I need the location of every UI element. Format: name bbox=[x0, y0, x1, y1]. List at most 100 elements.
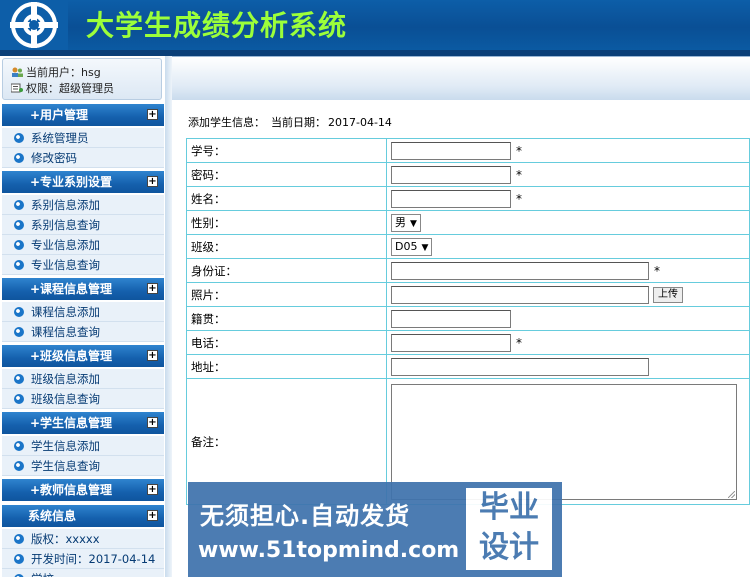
nav-item-label: 专业信息添加 bbox=[31, 238, 100, 252]
main-top-bar bbox=[172, 56, 750, 100]
field-cell bbox=[386, 306, 750, 331]
nav-section-user-management[interactable]: +用户管理 + bbox=[2, 104, 164, 126]
student-no-input[interactable] bbox=[391, 141, 511, 160]
date-value: 2017-04-14 bbox=[328, 116, 392, 129]
nav-item-student-query[interactable]: 学生信息查询 bbox=[2, 456, 164, 476]
field-label-student-no: 学号： bbox=[186, 138, 387, 163]
bullet-icon bbox=[14, 394, 24, 404]
watermark-text: 无须担心.自动发货 bbox=[200, 502, 411, 530]
class-value: D05 bbox=[395, 239, 418, 253]
form-row: 学号： * bbox=[186, 138, 750, 163]
nav-item-course-add[interactable]: 课程信息添加 bbox=[2, 302, 164, 322]
nav-section-title: +用户管理 bbox=[30, 108, 89, 122]
nav-section-student-management[interactable]: +学生信息管理 + bbox=[2, 412, 164, 434]
nav-section-course-management[interactable]: +课程信息管理 + bbox=[2, 278, 164, 300]
app-title: 大学生成绩分析系统 bbox=[86, 9, 348, 42]
nav-section-title: +专业系别设置 bbox=[30, 175, 113, 189]
nav-section-title: 系统信息 bbox=[28, 509, 77, 523]
nav-item-label: 系别信息查询 bbox=[31, 218, 100, 232]
required-mark: * bbox=[516, 191, 522, 206]
logo-icon bbox=[0, 0, 68, 50]
field-label-id-card: 身份证： bbox=[186, 258, 387, 283]
field-label-address: 地址： bbox=[186, 354, 387, 379]
bullet-icon bbox=[14, 220, 24, 230]
field-cell: * bbox=[386, 138, 750, 163]
nav-section-teacher-management[interactable]: +教师信息管理 + bbox=[2, 479, 164, 501]
form-row: 照片： 上传 bbox=[186, 282, 750, 307]
nav-item-label: 开发时间：2017-04-14 bbox=[31, 552, 156, 566]
nav-section-system-info[interactable]: 系统信息 + bbox=[2, 505, 164, 527]
expand-icon[interactable]: + bbox=[147, 417, 158, 428]
nav-item-class-query[interactable]: 班级信息查询 bbox=[2, 389, 164, 409]
address-input[interactable] bbox=[391, 357, 649, 376]
nav-section-department-settings[interactable]: +专业系别设置 + bbox=[2, 171, 164, 193]
field-label-phone: 电话： bbox=[186, 330, 387, 355]
expand-icon[interactable]: + bbox=[147, 283, 158, 294]
id-card-input[interactable] bbox=[391, 261, 649, 280]
bullet-icon bbox=[14, 133, 24, 143]
nav-item-label: 学校 bbox=[31, 569, 54, 577]
current-user-value: hsg bbox=[81, 66, 101, 79]
nav-item-course-query[interactable]: 课程信息查询 bbox=[2, 322, 164, 342]
nav-item-label: 班级信息查询 bbox=[31, 392, 100, 406]
nav-item-department-add[interactable]: 系别信息添加 bbox=[2, 195, 164, 215]
bullet-icon bbox=[14, 461, 24, 471]
field-cell: * bbox=[386, 258, 750, 283]
required-mark: * bbox=[516, 143, 522, 158]
nav-section-class-management[interactable]: +班级信息管理 + bbox=[2, 345, 164, 367]
sidebar-splitter[interactable] bbox=[165, 56, 172, 577]
gender-select[interactable]: 男 ▼ bbox=[391, 213, 421, 232]
phone-input[interactable] bbox=[391, 333, 511, 352]
form-row: 密码： * bbox=[186, 162, 750, 187]
nav-item-label: 系别信息添加 bbox=[31, 198, 100, 212]
nav-item-department-query[interactable]: 系别信息查询 bbox=[2, 215, 164, 235]
upload-button[interactable]: 上传 bbox=[653, 286, 683, 303]
role-icon bbox=[11, 83, 23, 93]
page-title: 添加学生信息： bbox=[188, 116, 265, 129]
form-row: 班级： D05 ▼ bbox=[186, 234, 750, 259]
nav-item-label: 班级信息添加 bbox=[31, 372, 100, 386]
nav-item-student-add[interactable]: 学生信息添加 bbox=[2, 436, 164, 456]
name-input[interactable] bbox=[391, 189, 511, 208]
nav-item-dev-time: 开发时间：2017-04-14 bbox=[2, 549, 164, 569]
nav-section-title: +班级信息管理 bbox=[30, 349, 113, 363]
expand-icon[interactable]: + bbox=[147, 484, 158, 495]
photo-input[interactable] bbox=[391, 285, 649, 304]
field-label-name: 姓名： bbox=[186, 186, 387, 211]
bullet-icon bbox=[14, 240, 24, 250]
nav-item-major-add[interactable]: 专业信息添加 bbox=[2, 235, 164, 255]
form-row: 电话： * bbox=[186, 330, 750, 355]
watermark-badge: 毕业 设计 bbox=[466, 488, 552, 570]
watermark-badge-top: 毕业 bbox=[479, 490, 539, 525]
nav-item-major-query[interactable]: 专业信息查询 bbox=[2, 255, 164, 275]
field-cell: * bbox=[386, 162, 750, 187]
chevron-down-icon: ▼ bbox=[410, 218, 417, 229]
field-cell: D05 ▼ bbox=[386, 234, 750, 259]
field-label-class: 班级： bbox=[186, 234, 387, 259]
user-role: 权限：超级管理员 bbox=[11, 80, 114, 96]
page-heading: 添加学生信息： 当前日期： 2017-04-14 bbox=[188, 114, 398, 130]
expand-icon[interactable]: + bbox=[147, 176, 158, 187]
user-info-box: 当前用户：hsg 权限：超级管理员 bbox=[2, 58, 162, 100]
native-place-input[interactable] bbox=[391, 309, 511, 328]
required-mark: * bbox=[654, 263, 660, 278]
gender-value: 男 bbox=[395, 215, 406, 229]
bullet-icon bbox=[14, 554, 24, 564]
nav-item-class-add[interactable]: 班级信息添加 bbox=[2, 369, 164, 389]
field-label-photo: 照片： bbox=[186, 282, 387, 307]
password-input[interactable] bbox=[391, 165, 511, 184]
current-user: 当前用户：hsg bbox=[11, 64, 101, 80]
role-label: 权限： bbox=[26, 82, 59, 95]
class-select[interactable]: D05 ▼ bbox=[391, 237, 433, 256]
required-mark: * bbox=[516, 335, 522, 350]
nav-item-system-admin[interactable]: 系统管理员 bbox=[2, 128, 164, 148]
expand-icon[interactable]: + bbox=[147, 350, 158, 361]
field-cell: 上传 bbox=[386, 282, 750, 307]
form-row: 地址： bbox=[186, 354, 750, 379]
required-mark: * bbox=[516, 167, 522, 182]
expand-icon[interactable]: + bbox=[147, 109, 158, 120]
nav-item-change-password[interactable]: 修改密码 bbox=[2, 148, 164, 168]
expand-icon[interactable]: + bbox=[147, 510, 158, 521]
watermark-url: www.51topmind.com bbox=[198, 538, 460, 563]
nav-item-label: 修改密码 bbox=[31, 151, 77, 165]
